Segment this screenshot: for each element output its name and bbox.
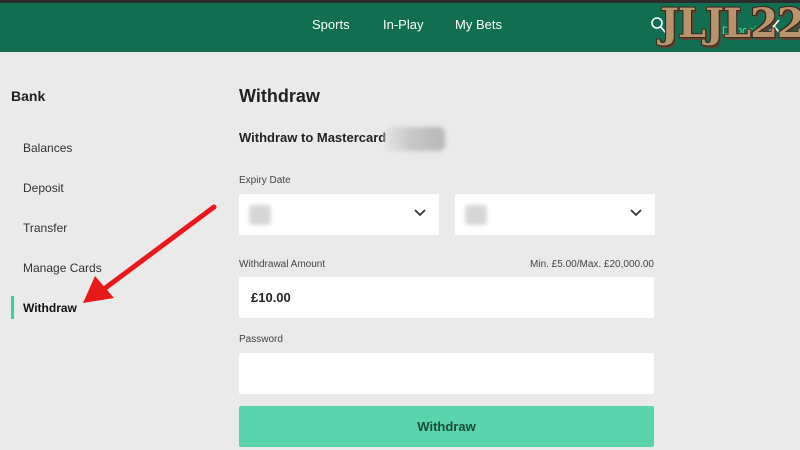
expiry-year-select[interactable] xyxy=(455,194,655,235)
redacted-month xyxy=(249,205,271,225)
active-indicator xyxy=(11,296,14,319)
expiry-month-select[interactable] xyxy=(239,194,439,235)
nav-in-play[interactable]: In-Play xyxy=(383,17,423,32)
redacted-card-number xyxy=(385,127,445,151)
sidebar-item-deposit[interactable]: Deposit xyxy=(23,181,64,195)
chevron-down-icon xyxy=(630,209,642,217)
nav-sports[interactable]: Sports xyxy=(312,17,350,32)
card-heading: Withdraw to Mastercard xyxy=(239,130,387,145)
expiry-label: Expiry Date xyxy=(239,175,291,186)
amount-label: Withdrawal Amount xyxy=(239,259,326,270)
password-label: Password xyxy=(239,334,283,345)
chevron-down-icon xyxy=(414,209,426,217)
amount-value: £10.00 xyxy=(251,290,291,305)
redacted-year xyxy=(465,205,487,225)
withdrawal-amount-input[interactable]: £10.00 xyxy=(239,277,654,318)
sidebar-title: Bank xyxy=(11,88,46,104)
annotation-arrow xyxy=(83,204,217,303)
deposit-link[interactable]: Deposit xyxy=(722,25,759,37)
search-icon[interactable] xyxy=(650,14,668,36)
sidebar-item-manage-cards[interactable]: Manage Cards xyxy=(23,261,102,275)
page-title: Withdraw xyxy=(239,86,320,106)
amount-limits-hint: Min. £5.00/Max. £20,000.00 xyxy=(530,259,654,270)
nav-my-bets[interactable]: My Bets xyxy=(455,17,502,32)
sidebar-item-transfer[interactable]: Transfer xyxy=(23,221,67,235)
sidebar-item-balances[interactable]: Balances xyxy=(23,141,72,155)
password-input[interactable] xyxy=(239,353,654,394)
sidebar-item-withdraw[interactable]: Withdraw xyxy=(23,301,77,315)
close-icon[interactable] xyxy=(768,19,780,33)
withdraw-button[interactable]: Withdraw xyxy=(239,406,654,447)
